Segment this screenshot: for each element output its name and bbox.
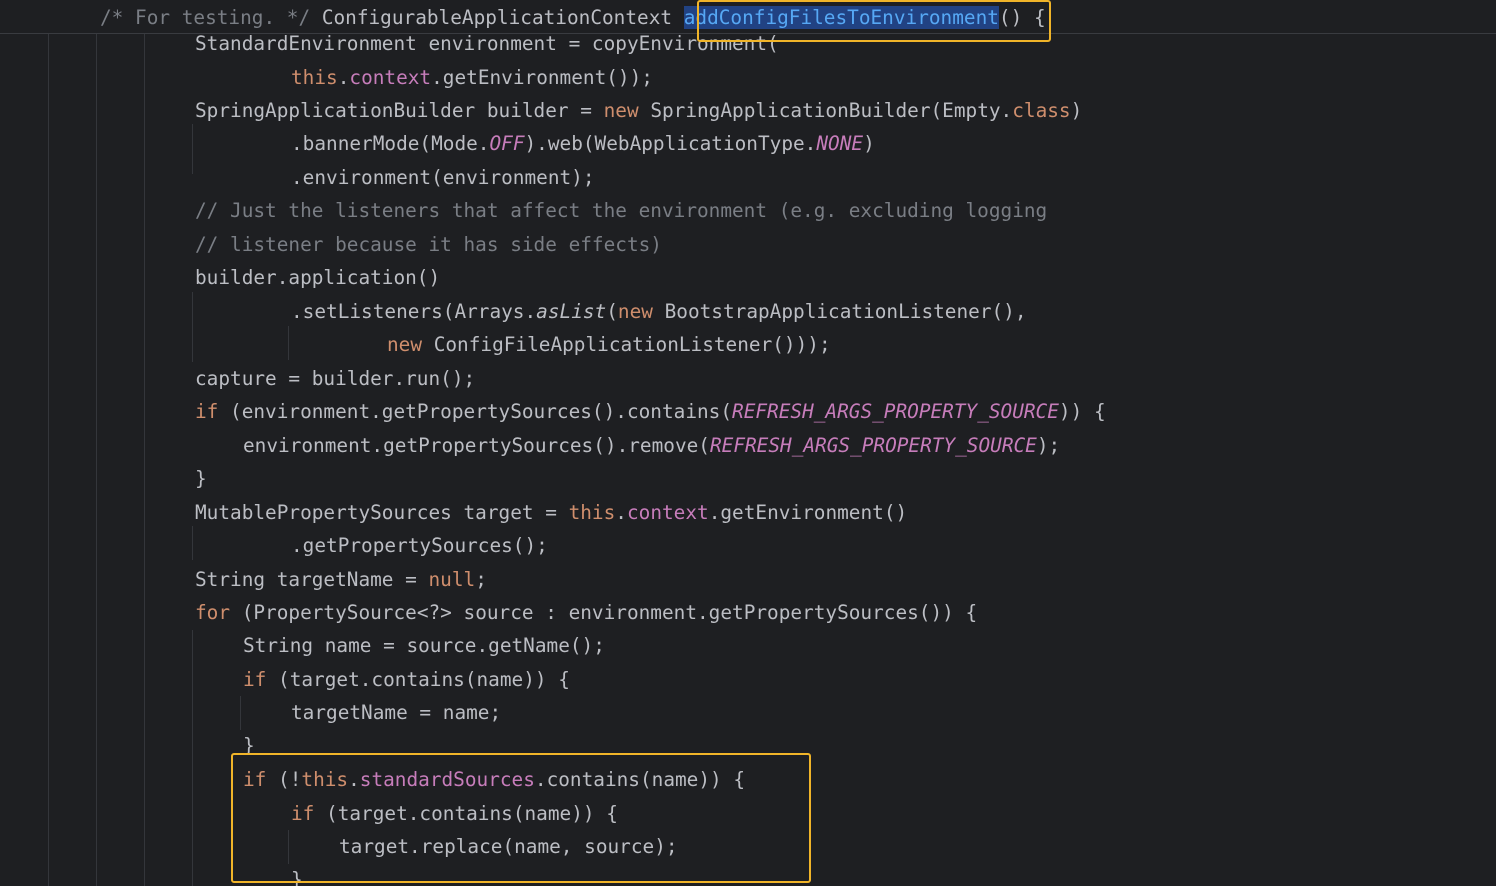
code-line[interactable]: capture = builder.run(); — [195, 362, 475, 396]
code-token-plain: )) { — [1058, 400, 1106, 423]
code-token-keyword: new — [603, 99, 639, 122]
code-token-comment: // listener because it has side effects) — [195, 233, 662, 256]
code-line[interactable]: .getPropertySources(); — [291, 529, 548, 563]
code-line[interactable]: environment.getPropertySources().remove(… — [243, 429, 1060, 463]
code-token-plain: String name = source.getName(); — [243, 634, 605, 657]
code-line[interactable]: if (environment.getPropertySources().con… — [195, 395, 1106, 429]
code-token-keyword: this — [291, 66, 338, 89]
code-token-plain: SpringApplicationBuilder builder = — [195, 99, 604, 122]
indent-guide — [192, 526, 193, 560]
code-token-keyword: new — [617, 300, 653, 323]
indent-guide — [48, 34, 49, 886]
code-line[interactable]: new ConfigFileApplicationListener())); — [387, 328, 831, 362]
code-line[interactable]: // Just the listeners that affect the en… — [195, 194, 1047, 228]
code-line[interactable]: } — [195, 462, 207, 496]
indent-guide — [288, 326, 289, 360]
code-token-plain: .bannerMode(Mode. — [291, 132, 490, 155]
code-token-plain: .getPropertySources(); — [291, 534, 548, 557]
code-line[interactable]: if (target.contains(name)) { — [243, 663, 570, 697]
code-token-field: context — [349, 66, 432, 89]
code-token-keyword: for — [195, 601, 231, 624]
code-token-keyword: null — [428, 568, 476, 591]
code-token-comment: // Just the listeners that affect the en… — [195, 199, 1048, 222]
code-token-keyword: if — [195, 400, 219, 423]
code-token-plain: ) — [863, 132, 875, 155]
code-token-plain: ; — [475, 568, 487, 591]
code-token-plain: capture = builder.run(); — [195, 367, 476, 390]
code-line[interactable]: String name = source.getName(); — [243, 629, 605, 663]
indent-guide — [192, 124, 193, 174]
code-line[interactable]: builder.application() — [195, 261, 440, 295]
code-token-plain: . — [615, 501, 627, 524]
code-token-plain: . — [337, 66, 350, 89]
code-line[interactable]: SpringApplicationBuilder builder = new S… — [195, 94, 1082, 128]
code-token-plain: String targetName = — [195, 568, 429, 591]
code-line[interactable]: for (PropertySource<?> source : environm… — [195, 596, 977, 630]
indent-guide — [144, 34, 145, 886]
code-token-plain: ); — [1036, 434, 1061, 457]
code-token-plain: ( — [606, 300, 618, 323]
code-token-comment: /* For testing. */ — [100, 6, 311, 29]
code-token-plain: ) — [1070, 99, 1083, 122]
indent-guide — [240, 696, 241, 730]
code-token-keyword: this — [568, 501, 616, 524]
code-token-plain: ConfigurableApplicationContext — [310, 6, 684, 29]
code-line[interactable]: // listener because it has side effects) — [195, 228, 662, 262]
code-token-plain: ConfigFileApplicationListener())); — [422, 333, 831, 356]
code-line[interactable]: .environment(environment); — [291, 161, 595, 195]
code-token-plain: .getEnvironment()); — [431, 66, 653, 89]
code-token-static: asList — [536, 300, 607, 323]
code-token-plain: (environment.getPropertySources().contai… — [218, 400, 733, 423]
code-line[interactable]: MutablePropertySources target = this.con… — [195, 496, 907, 530]
code-token-keyword: if — [243, 668, 267, 691]
code-token-const: NONE — [816, 132, 864, 155]
indent-guide — [192, 292, 193, 362]
indent-guide — [192, 630, 193, 886]
code-line[interactable]: .bannerMode(Mode.OFF).web(WebApplication… — [291, 127, 875, 161]
code-token-plain: builder.application() — [195, 266, 441, 289]
code-line[interactable]: String targetName = null; — [195, 563, 487, 597]
code-token-plain: .setListeners(Arrays. — [291, 300, 537, 323]
code-token-plain: environment.getPropertySources().remove( — [243, 434, 710, 457]
code-token-plain: (PropertySource<?> source : environment.… — [230, 601, 978, 624]
code-token-const: REFRESH_ARGS_PROPERTY_SOURCE — [732, 400, 1059, 423]
code-token-field: context — [626, 501, 709, 524]
code-line[interactable]: StandardEnvironment environment = copyEn… — [195, 27, 779, 61]
code-token-keyword: class — [1012, 99, 1071, 122]
code-editor[interactable]: /* For testing. */ ConfigurableApplicati… — [0, 0, 1496, 886]
method-name-highlight-box — [697, 0, 1051, 42]
code-line[interactable]: targetName = name; — [291, 696, 501, 730]
code-token-plain: targetName = name; — [291, 701, 502, 724]
code-line[interactable]: .setListeners(Arrays.asList(new Bootstra… — [291, 295, 1027, 329]
code-token-const: REFRESH_ARGS_PROPERTY_SOURCE — [709, 434, 1037, 457]
code-token-plain: SpringApplicationBuilder(Empty. — [638, 99, 1013, 122]
standard-sources-highlight-box — [231, 753, 811, 883]
code-token-plain: ).web(WebApplicationType. — [524, 132, 817, 155]
code-token-plain: MutablePropertySources target = — [195, 501, 569, 524]
code-token-plain: StandardEnvironment environment = copyEn… — [195, 32, 779, 55]
code-token-const: OFF — [489, 132, 525, 155]
code-token-plain: } — [195, 467, 207, 490]
code-line[interactable]: this.context.getEnvironment()); — [291, 61, 653, 95]
code-token-plain: .getEnvironment() — [708, 501, 908, 524]
indent-guide — [96, 34, 97, 886]
code-token-plain: .environment(environment); — [291, 166, 595, 189]
code-token-keyword: new — [387, 333, 423, 356]
code-token-plain: (target.contains(name)) { — [266, 668, 570, 691]
code-token-plain: BootstrapApplicationListener(), — [652, 300, 1027, 323]
